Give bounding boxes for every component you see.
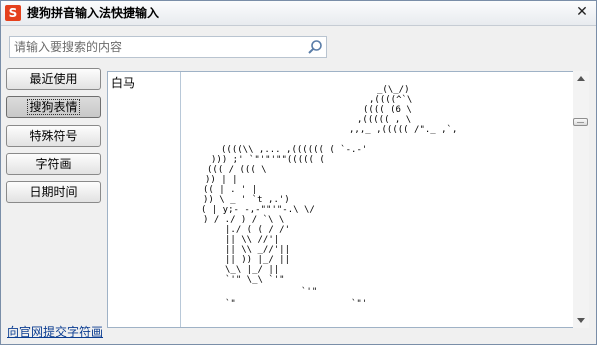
svg-text:`'" \_\ `'": `'" \_\ `'" [225,274,285,285]
category-ascii-art-button[interactable]: 字符画 [6,153,101,175]
svg-text:(( | . ' |: (( | . ' | [203,185,257,195]
svg-text:) / ./ ) / `\ \: ) / ./ ) / `\ \ [203,214,284,225]
svg-text:,,,_ ,((((( /"._ ,`,: ,,,_ ,((((( /"._ ,`, [349,124,457,135]
svg-text:)) \ _ ' `t ,.'): )) \ _ ' `t ,.') [203,194,290,205]
svg-text:\_\ |_/ ||: \_\ |_/ || [225,265,279,275]
svg-text:( | y;- -,-""'"-.\ \/: ( | y;- -,-""'"-.\ \/ [201,205,315,215]
svg-text:|| \\ _//'||: || \\ _//'|| [225,245,290,255]
submit-art-link[interactable]: 向官网提交字符画 [7,323,103,340]
search-box [9,36,327,58]
horse-ascii-art: _(\_/) ,((((^`\ (((( (6 \ ,((((( , \ ,,,… [201,85,457,309]
svg-text:)) | |: )) | | [205,175,238,185]
scroll-down-icon[interactable] [577,318,585,323]
close-button[interactable]: ✕ [574,4,590,20]
category-datetime-button[interactable]: 日期时间 [6,181,101,203]
svg-text:))) ;' `"'"'""((((( (: ))) ;' `"'"'""((((( ( [211,154,325,165]
vertical-scrollbar[interactable] [573,71,589,328]
svg-text:|./ ( ( / /': |./ ( ( / /' [225,225,290,235]
svg-text:,((((( , \: ,((((( , \ [357,115,411,125]
svg-text:`'": `'" [301,286,317,297]
list-item[interactable]: 白马 [111,74,135,91]
svg-text:((( / ((( \: ((( / ((( \ [207,165,267,175]
svg-text:_(\_/): _(\_/) [377,85,410,95]
art-list: 白马 [108,72,181,327]
svg-text:((((\\ ,... ,(((((( (: ((((\\ ,... ,(((((( ( `-.-' [221,144,367,155]
category-symbols-button[interactable]: 特殊符号 [6,125,101,147]
category-emoticons-button[interactable]: 搜狗表情 [6,96,101,118]
content-panel: 白马 _(\_/) ,((((^`\ (((( (6 \ ,((((( , \ … [107,71,574,328]
category-recent-button[interactable]: 最近使用 [6,68,101,90]
app-window: S 搜狗拼音输入法快捷输入 ✕ 最近使用 搜狗表情 特殊符号 字符画 日期时间 … [0,0,597,345]
svg-text:`"': `"' [351,298,367,309]
svg-text:`": `" [225,298,236,309]
ascii-art-preview[interactable]: _(\_/) ,((((^`\ (((( (6 \ ,((((( , \ ,,,… [181,72,573,327]
svg-text:,((((^`\: ,((((^`\ [369,94,412,105]
search-input[interactable] [14,39,294,55]
window-title: 搜狗拼音输入法快捷输入 [27,6,160,20]
svg-text:(((( (6 \: (((( (6 \ [363,105,412,115]
search-icon[interactable] [307,39,323,55]
scroll-up-icon[interactable] [577,76,585,81]
sogou-logo-icon: S [5,5,21,21]
scroll-thumb[interactable] [573,118,588,126]
svg-text:|| \\ //'|: || \\ //'| [225,235,279,245]
title-bar: S 搜狗拼音输入法快捷输入 ✕ [1,1,596,26]
svg-text:|| )) |_/ ||: || )) |_/ || [225,255,290,265]
